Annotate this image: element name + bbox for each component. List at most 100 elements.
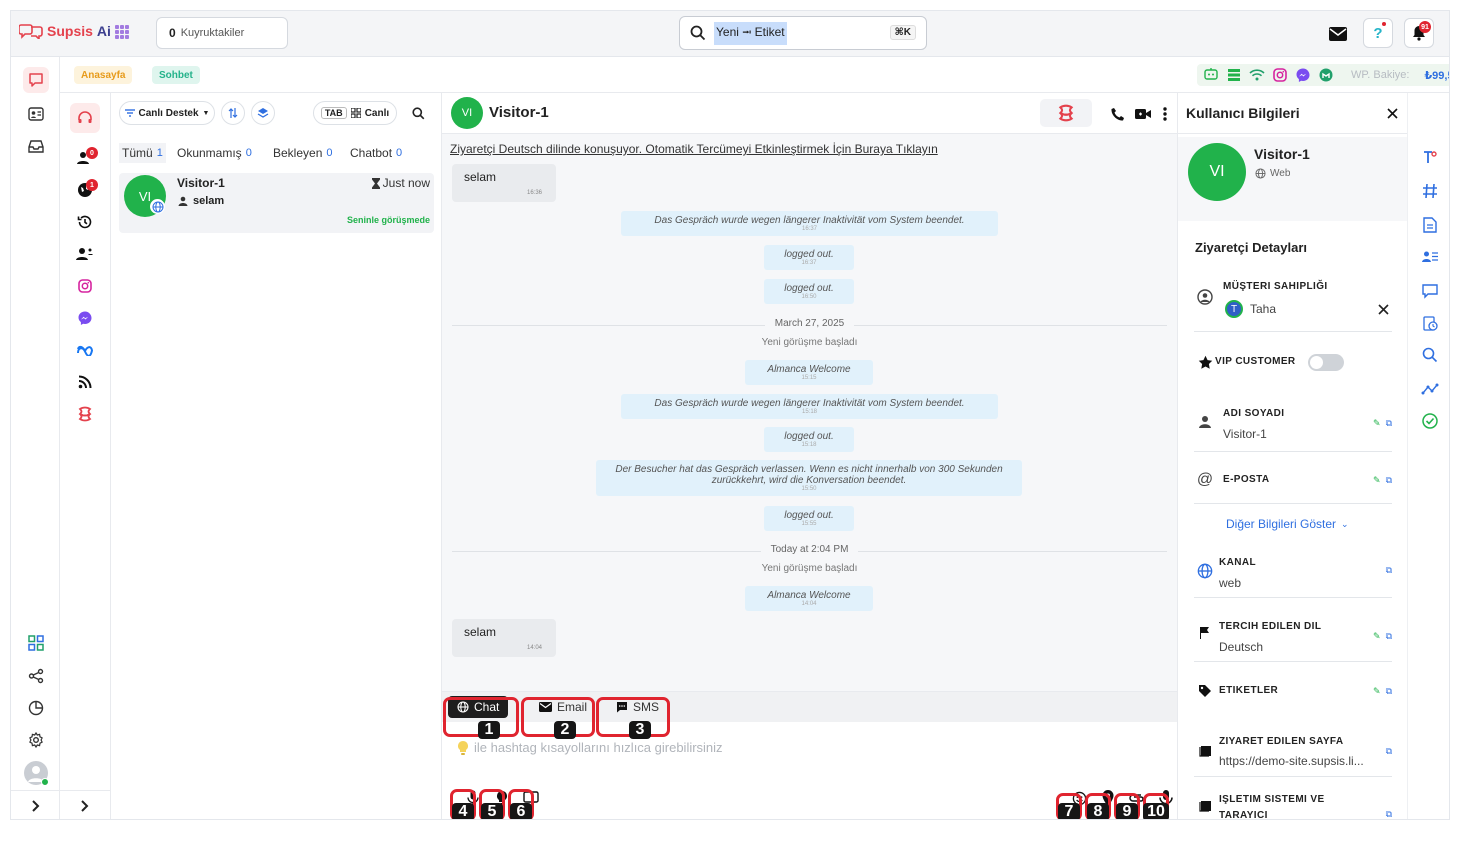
copy-icon[interactable]: ⧉ (1386, 475, 1392, 486)
nav-meta[interactable] (72, 337, 98, 363)
remove-owner-button[interactable] (1376, 302, 1390, 316)
more-options-button[interactable] (1159, 105, 1171, 123)
filter-tab-all[interactable]: Tümü 1 (119, 143, 166, 163)
rail-translate[interactable] (1418, 145, 1442, 169)
chevron-right-icon (32, 800, 40, 812)
filter-tab-chatbot[interactable]: Chatbot 0 (350, 143, 402, 163)
breadcrumb-current[interactable]: Sohbet (152, 66, 200, 84)
document-icon (1423, 217, 1437, 233)
queue-button[interactable]: 0 Kuyruktakiler (156, 17, 288, 49)
chat-panel: VI Visitor-1 Ziyaretçi Deutsch dilinde k… (442, 93, 1177, 819)
callout-number: 4 (452, 803, 474, 819)
incoming-message: selam 16:36 (452, 164, 556, 202)
copy-icon[interactable]: ⧉ (1386, 565, 1392, 576)
apps-icon (28, 635, 44, 651)
queue-label: Kuyruktakiler (180, 27, 245, 39)
owner-value[interactable]: T Taha (1225, 300, 1276, 318)
nav-supsis[interactable] (72, 401, 98, 427)
video-call-button[interactable] (1134, 105, 1152, 123)
rail-messages[interactable] (1418, 279, 1442, 303)
copy-icon[interactable]: ⧉ (1386, 809, 1392, 819)
nav-chat[interactable] (23, 67, 49, 93)
inbox-icon (28, 140, 44, 153)
notification-badge: 91 (1419, 21, 1431, 33)
copy-icon[interactable]: ⧉ (1386, 631, 1392, 642)
email-field: @ E-POSTA ✎ ⧉ (1194, 452, 1392, 504)
system-message-text: logged out. (784, 283, 834, 294)
filter-tab-label: Bekleyen (273, 146, 323, 160)
nav-share[interactable] (23, 663, 49, 689)
nav-messenger[interactable] (72, 305, 98, 331)
vip-toggle[interactable] (1308, 354, 1344, 371)
notifications-button[interactable]: 91 (1404, 18, 1434, 48)
list-search-button[interactable] (403, 101, 433, 125)
chat-icon (29, 73, 43, 87)
show-more-label: Diğer Bilgileri Göster (1226, 517, 1337, 531)
field-value[interactable]: https://demo-site.supsis.li... (1219, 754, 1364, 768)
nav-instagram[interactable] (72, 273, 98, 299)
apps-grid-icon[interactable] (115, 25, 129, 39)
mail-button[interactable] (1323, 19, 1353, 49)
search-input[interactable]: Yeni ⭲ Etiket ⌘K (679, 16, 927, 50)
expand-list-button[interactable] (72, 793, 98, 819)
view-mode-toggle[interactable]: TAB Canlı (313, 101, 397, 125)
filter-tab-unread[interactable]: Okunmamış 0 (177, 143, 252, 163)
expand-nav-button[interactable] (23, 793, 49, 819)
edit-icon[interactable]: ✎ (1373, 418, 1381, 429)
edit-icon[interactable]: ✎ (1373, 686, 1381, 697)
breadcrumb-home[interactable]: Anasayfa (74, 66, 133, 84)
rail-verified[interactable] (1418, 409, 1442, 433)
list-item[interactable]: VI Visitor-1 Just now selam Seninle görü… (119, 173, 434, 233)
message-input[interactable]: ile hashtag kısayollarını hızlıca girebi… (458, 740, 723, 755)
nav-team[interactable] (72, 241, 98, 267)
rail-contact-details[interactable] (1418, 245, 1442, 269)
nav-apps[interactable] (23, 630, 49, 656)
sort-button[interactable] (221, 101, 245, 125)
layers-button[interactable] (251, 101, 275, 125)
brand-logo[interactable]: Supsis Ai (19, 23, 111, 39)
show-more-button[interactable]: Diğer Bilgileri Göster ⌄ (1226, 517, 1349, 531)
nav-rss[interactable] (72, 369, 98, 395)
wifi-icon[interactable] (1249, 67, 1265, 83)
nav-assigned[interactable]: 0 (72, 145, 98, 171)
session-started-note: Yeni görüşme başladı (761, 337, 858, 348)
supsis-action-button[interactable] (1040, 99, 1092, 127)
nav-inbox[interactable] (23, 133, 49, 159)
chat-app-icon[interactable] (1318, 67, 1334, 83)
rail-journey[interactable] (1418, 377, 1442, 401)
person-icon (178, 196, 188, 206)
nav-missed[interactable]: 1 (72, 177, 98, 203)
rail-hashtag[interactable] (1418, 179, 1442, 203)
message-placeholder: ile hashtag kısayollarını hızlıca girebi… (474, 740, 723, 755)
help-button[interactable]: ? (1363, 18, 1393, 48)
user-avatar[interactable] (23, 760, 49, 786)
filter-tab-waiting[interactable]: Bekleyen 0 (273, 143, 333, 163)
rail-history[interactable] (1418, 311, 1442, 335)
nav-contacts[interactable] (23, 101, 49, 127)
nav-history[interactable] (72, 209, 98, 235)
edit-icon[interactable]: ✎ (1373, 631, 1381, 642)
department-label: Canlı Destek (138, 107, 199, 119)
copy-icon[interactable]: ⧉ (1386, 746, 1392, 757)
nav-analytics[interactable] (23, 695, 49, 721)
close-panel-button[interactable] (1384, 105, 1400, 121)
copy-icon[interactable]: ⧉ (1386, 686, 1392, 697)
bot-icon[interactable] (1203, 67, 1219, 83)
edit-icon[interactable]: ✎ (1373, 475, 1381, 486)
copy-icon[interactable]: ⧉ (1386, 418, 1392, 429)
rail-search[interactable] (1418, 343, 1442, 367)
nav-live-support[interactable] (70, 103, 100, 133)
translate-banner[interactable]: Ziyaretçi Deutsch dilinde konuşuyor. Oto… (442, 134, 1177, 164)
system-message: logged out. 15:55 (764, 506, 854, 531)
call-button[interactable] (1109, 105, 1127, 123)
instagram-icon[interactable] (1272, 67, 1288, 83)
field-label: ADI SOYADI (1223, 408, 1285, 419)
list-channel-icon[interactable] (1226, 67, 1242, 83)
date-separator-text: March 27, 2025 (764, 318, 855, 329)
nav-settings[interactable] (23, 727, 49, 753)
phone-icon (1111, 108, 1124, 121)
rail-document[interactable] (1418, 213, 1442, 237)
department-filter[interactable]: Canlı Destek ▼ (119, 101, 215, 125)
messenger-icon[interactable] (1295, 67, 1311, 83)
language-field: TERCIH EDILEN DIL Deutsch ✎ ⧉ (1194, 598, 1392, 662)
